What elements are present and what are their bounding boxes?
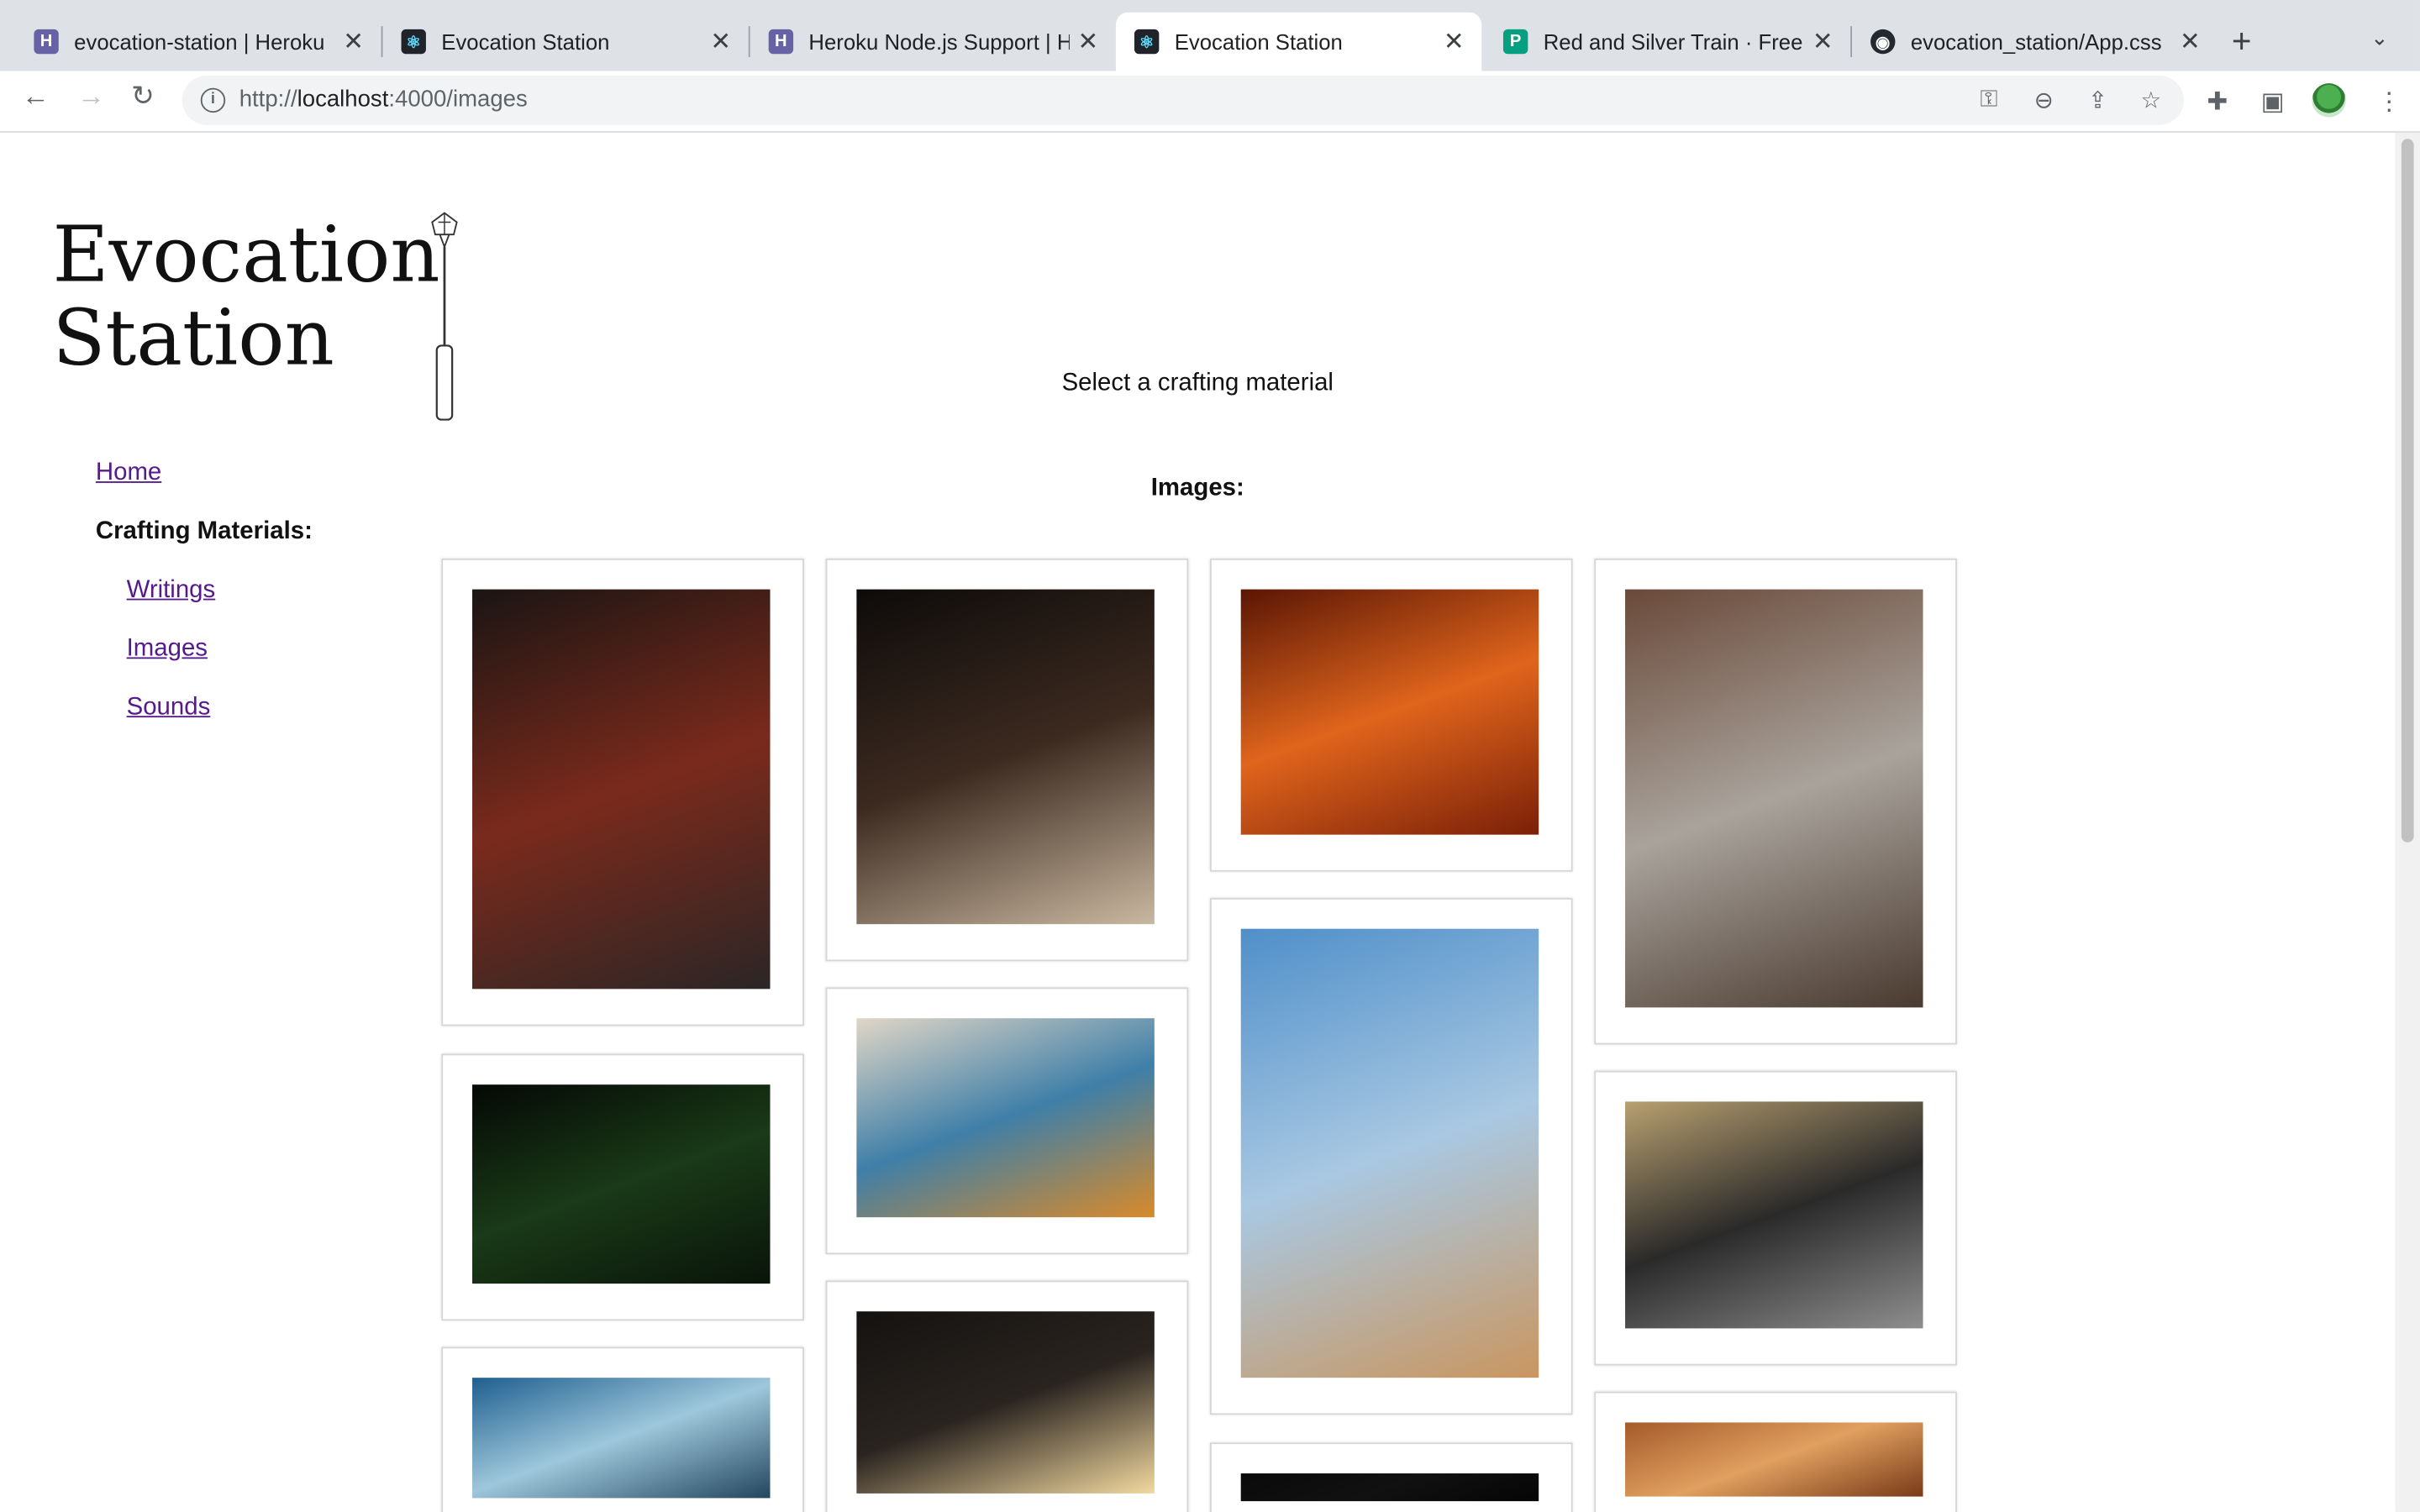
browser-tab[interactable]: P Red and Silver Train · Free S ✕ [1470,13,1853,71]
nav-heading-crafting-materials: Crafting Materials: [95,518,313,545]
browser-tab[interactable]: H Heroku Node.js Support | H ✕ [734,13,1116,71]
site-info-icon[interactable]: i [200,87,226,113]
bonfire-flames-photo[interactable] [1240,589,1539,835]
key-icon[interactable]: ⚿ [1980,87,1997,113]
ocean-waves-rocks-photo[interactable] [472,1378,771,1499]
nav-link-writings[interactable]: Writings [127,577,216,605]
forward-arrow-icon[interactable]: → [77,81,105,113]
new-tab-button[interactable]: + [2232,22,2252,62]
heroku-icon: H [34,29,59,55]
site-logo: Evocation Station [52,213,439,379]
images-heading: Images: [1150,475,1244,501]
image-card[interactable] [441,1053,804,1321]
image-card[interactable] [1209,897,1573,1415]
station-clock-railway-photo[interactable] [1625,589,1923,1008]
image-card[interactable] [825,987,1189,1255]
close-tab-icon[interactable]: ✕ [702,26,739,57]
share-icon[interactable]: ⇪ [2088,87,2107,114]
browser-tab-active[interactable]: ⚛ Evocation Station ✕ [1115,12,1482,71]
tab-title: Heroku Node.js Support | H [808,29,1070,55]
close-tab-icon[interactable]: ✕ [2171,26,2208,57]
menu-kebab-icon[interactable]: ⋮ [2377,87,2402,118]
profile-avatar[interactable] [2312,83,2346,118]
address-url[interactable]: http://localhost:4000/images [239,87,528,113]
dessert-glass-table-photo[interactable] [856,589,1155,925]
image-card[interactable] [1209,1442,1573,1512]
side-panel-icon[interactable]: ▣ [2261,87,2285,118]
image-card[interactable] [1594,1070,1957,1366]
tab-title: evocation_station/App.css [1910,29,2162,55]
address-bar[interactable]: i http://localhost:4000/images ⚿ ⊖ ⇪ ☆ [182,75,2184,125]
close-tab-icon[interactable]: ✕ [1070,26,1107,57]
tab-title: Red and Silver Train · Free S [1543,29,1805,55]
image-card[interactable] [1209,558,1573,872]
close-tab-icon[interactable]: ✕ [1804,26,1841,57]
browser-tab[interactable]: ⚛ Evocation Station ✕ [367,13,750,71]
dark-photo[interactable] [1240,1473,1539,1502]
tab-title: Evocation Station [1174,29,1343,55]
nav-link-images[interactable]: Images [127,636,208,664]
logo-line: Evocation [52,209,440,300]
nav-link-sounds[interactable]: Sounds [127,695,211,722]
orchestra-concert-hall-photo[interactable] [472,589,771,990]
boombox-graffiti-photo[interactable] [1625,1101,1923,1329]
image-card[interactable] [825,558,1189,962]
close-tab-icon[interactable]: ✕ [335,26,372,57]
pexels-icon: P [1502,29,1528,55]
image-card[interactable] [1594,1391,1957,1512]
page-scrollbar[interactable] [2395,132,2420,1512]
browser-tab[interactable]: H evocation-station | Heroku ✕ [0,13,383,71]
logo-line: Station [52,292,334,383]
windmill-wheat-field-photo[interactable] [1240,928,1539,1378]
heroku-icon: H [768,29,794,55]
image-card[interactable] [441,1347,804,1512]
image-card[interactable] [825,1280,1189,1512]
firefly-grass-night-photo[interactable] [472,1084,771,1284]
image-card[interactable] [1594,558,1957,1045]
bookmark-star-icon[interactable]: ☆ [2141,87,2162,114]
extensions-puzzle-icon[interactable]: ✚ [2207,87,2228,118]
wooden-pergola-lantern-photo[interactable] [856,1018,1155,1218]
tab-title: evocation-station | Heroku [74,29,325,55]
react-icon: ⚛ [1134,29,1160,55]
image-card[interactable] [441,558,804,1026]
github-icon: ◉ [1870,29,1896,55]
browser-toolbar: ← → ↻ i http://localhost:4000/images ⚿ ⊖… [0,71,2420,133]
browser-tab-strip: H evocation-station | Heroku ✕ ⚛ Evocati… [0,0,2420,71]
reload-icon[interactable]: ↻ [131,81,155,113]
back-arrow-icon[interactable]: ← [22,81,50,113]
browser-tab[interactable]: ◉ evocation_station/App.css ✕ [1837,13,2218,71]
select-prompt: Select a crafting material [1061,370,1334,397]
chicago-theatre-night-photo[interactable] [856,1311,1155,1494]
page-viewport: Evocation Station Home Crafting Material… [0,133,2396,1512]
close-tab-icon[interactable]: ✕ [1435,26,1472,57]
tab-title: Evocation Station [441,29,610,55]
scrollbar-thumb[interactable] [2401,139,2414,843]
tab-search-chevron-icon[interactable]: ⌄ [2370,24,2389,50]
zoom-icon[interactable]: ⊖ [2034,87,2054,114]
react-icon: ⚛ [401,29,426,55]
autumn-trees-photo[interactable] [1625,1422,1923,1497]
